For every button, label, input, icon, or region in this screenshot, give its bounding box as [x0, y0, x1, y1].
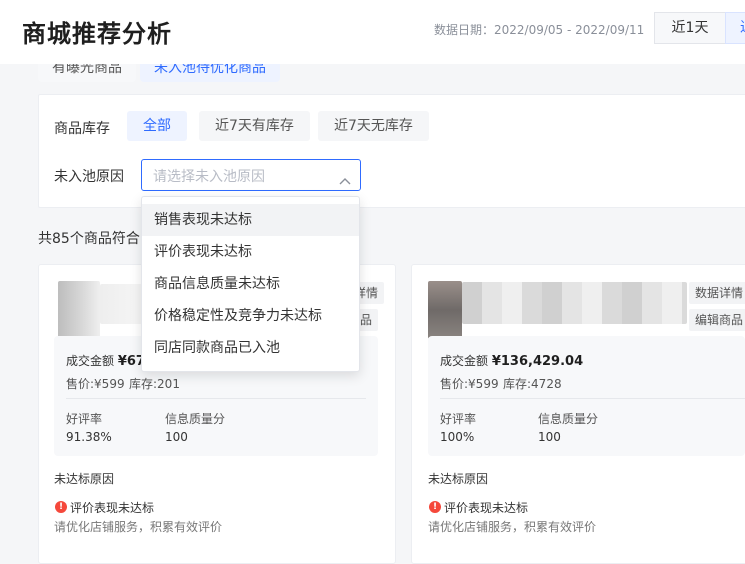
amount-row: 成交金额 ¥136,429.04 [440, 354, 584, 369]
reason-option[interactable]: 销售表现未达标 [142, 204, 359, 236]
product-name-blurred [100, 284, 145, 324]
rating-value: 100% [440, 430, 475, 444]
reason-text: 评价表现未达标 [444, 501, 529, 515]
data-detail-button[interactable]: 数据详情 [689, 282, 745, 304]
page-title: 商城推荐分析 [22, 20, 172, 48]
reason-hint: 请优化店铺服务，积累有效评价 [54, 520, 223, 534]
reason-option[interactable]: 价格稳定性及竞争力未达标 [142, 300, 359, 332]
stock-option-out-of-stock[interactable]: 近7天无库存 [318, 111, 429, 141]
stock-option-all[interactable]: 全部 [127, 111, 187, 141]
quality-value: 100 [538, 430, 561, 444]
result-count: 共85个商品符合 [38, 231, 140, 247]
reason-filter-label: 未入池原因 [54, 169, 124, 185]
amount-row: 成交金额 ¥67 [66, 354, 145, 369]
divider [66, 398, 366, 399]
warning-icon: ! [429, 501, 441, 513]
reason-title: 未达标原因 [428, 472, 489, 486]
date-range-label: 数据日期：2022/09/05 - 2022/09/11 [434, 23, 645, 37]
product-name-blurred [462, 282, 687, 324]
reason-hint: 请优化店铺服务，积累有效评价 [428, 520, 597, 534]
rating-value: 91.38% [66, 430, 112, 444]
data-detail-button[interactable]: 数据详情 [356, 282, 384, 304]
chevron-up-icon[interactable] [339, 170, 351, 189]
reason-dropdown: 销售表现未达标 评价表现未达标 商品信息质量未达标 价格稳定性及竞争力未达标 同… [141, 196, 360, 372]
quality-label: 信息质量分 [165, 412, 226, 426]
stock: 库存:201 [129, 377, 180, 391]
product-image[interactable] [428, 281, 462, 339]
rating-label: 好评率 [440, 412, 477, 426]
range-7d-button[interactable]: 近7天 [725, 12, 745, 44]
rating-label: 好评率 [66, 412, 103, 426]
stock-filter-label: 商品库存 [54, 121, 110, 137]
reason-option[interactable]: 商品信息质量未达标 [142, 268, 359, 300]
price: 售价:¥599 [66, 377, 125, 391]
range-1d-button[interactable]: 近1天 [654, 12, 726, 44]
warning-icon: ! [55, 501, 67, 513]
quality-value: 100 [165, 430, 188, 444]
edit-product-button[interactable]: 编辑商品 [689, 309, 745, 331]
stock-option-in-stock[interactable]: 近7天有库存 [199, 111, 310, 141]
reason-option[interactable]: 评价表现未达标 [142, 236, 359, 268]
reason-text: 评价表现未达标 [70, 501, 155, 515]
reason-title: 未达标原因 [54, 472, 115, 486]
divider [440, 398, 745, 399]
price: 售价:¥599 [440, 377, 499, 391]
reason-option[interactable]: 同店同款商品已入池 [142, 332, 359, 364]
product-image[interactable] [58, 281, 100, 339]
stock: 库存:4728 [503, 377, 562, 391]
reason-select-placeholder: 请选择未入池原因 [153, 169, 265, 185]
quality-label: 信息质量分 [538, 412, 599, 426]
